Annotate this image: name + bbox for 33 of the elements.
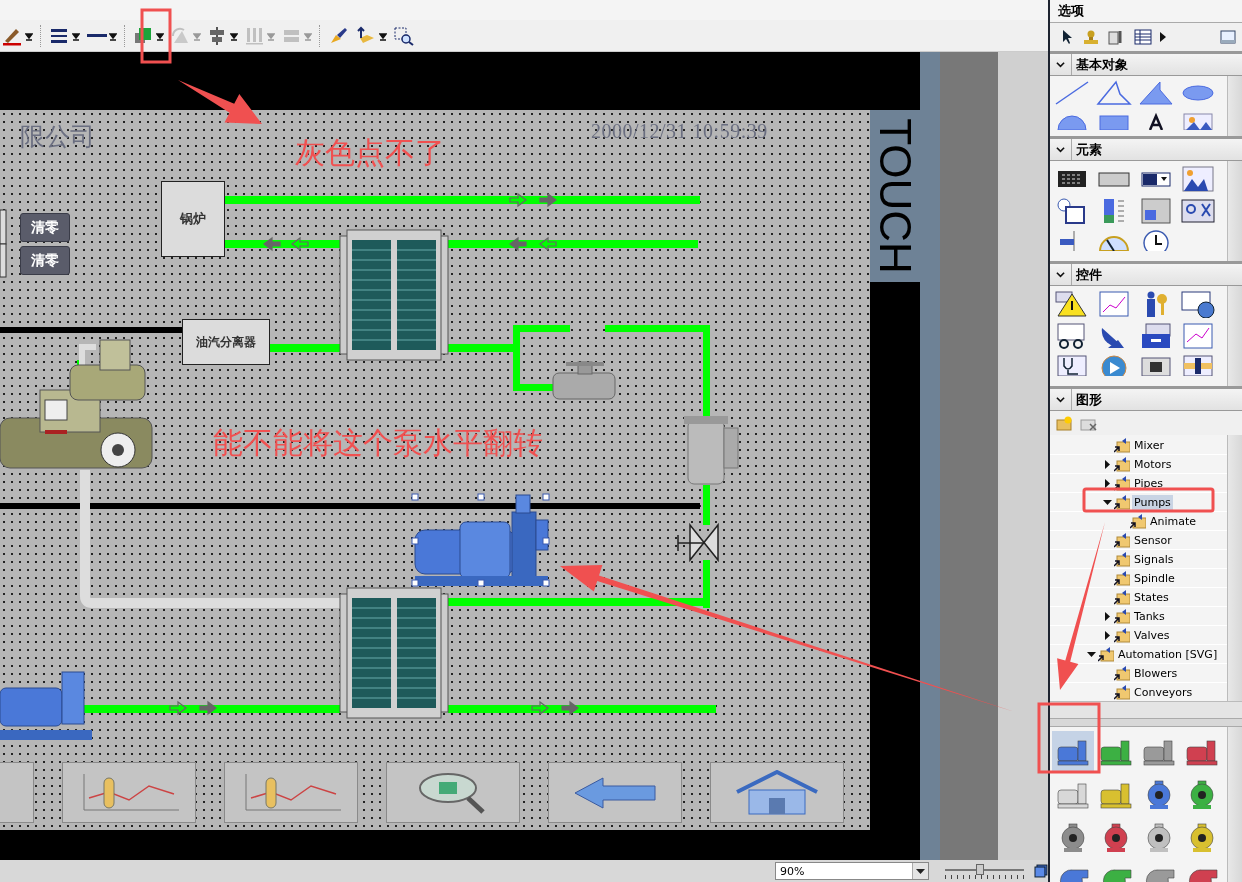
tree-item[interactable]: Valves bbox=[1132, 627, 1172, 643]
section-header[interactable]: 图形 bbox=[1050, 389, 1242, 411]
tree-item[interactable]: Blowers bbox=[1132, 665, 1180, 681]
date-time-display: 2000/12/31 10:59:39 bbox=[591, 120, 768, 143]
section-header[interactable]: 基本对象 bbox=[1050, 54, 1242, 76]
separator-box: 油汽分离器 bbox=[182, 319, 270, 365]
tree-item[interactable]: Spindle bbox=[1132, 570, 1177, 586]
touch-label: TOUCH bbox=[870, 110, 920, 282]
tree-item[interactable]: Automation [SVG] bbox=[1116, 646, 1220, 662]
section-header[interactable]: 控件 bbox=[1050, 264, 1242, 286]
tree-item[interactable]: Signals bbox=[1132, 551, 1176, 567]
section-header[interactable]: 元素 bbox=[1050, 139, 1242, 161]
reset-button[interactable]: 清零 bbox=[20, 246, 70, 275]
tree-item[interactable]: Motors bbox=[1132, 456, 1174, 472]
panel-title: 选项 bbox=[1050, 0, 1242, 23]
section-title: 控件 bbox=[1075, 265, 1102, 284]
zoom-dropdown[interactable]: 90% bbox=[775, 862, 929, 880]
section-title: 图形 bbox=[1075, 390, 1102, 409]
tree-item[interactable]: Conveyors bbox=[1132, 684, 1195, 700]
tree-item[interactable]: Pumps bbox=[1132, 494, 1173, 510]
reset-button[interactable]: 清零 bbox=[20, 213, 70, 242]
tree-item[interactable]: States bbox=[1132, 589, 1171, 605]
company-name: 限公司 bbox=[20, 121, 95, 153]
section-title: 基本对象 bbox=[1075, 55, 1128, 74]
section-title: 元素 bbox=[1075, 140, 1102, 159]
boiler-box: 锅炉 bbox=[161, 181, 225, 257]
tree-item[interactable]: Pipes bbox=[1132, 475, 1165, 491]
annotation-text: 灰色点不了 bbox=[295, 134, 445, 172]
tree-item[interactable]: Tanks bbox=[1132, 608, 1167, 624]
tree-item[interactable]: Mixer bbox=[1132, 437, 1166, 453]
tree-item[interactable]: Sensor bbox=[1132, 532, 1174, 548]
annotation-text: 能不能将这个泵水平翻转 bbox=[213, 424, 543, 462]
tree-item[interactable]: Animate bbox=[1148, 513, 1199, 529]
